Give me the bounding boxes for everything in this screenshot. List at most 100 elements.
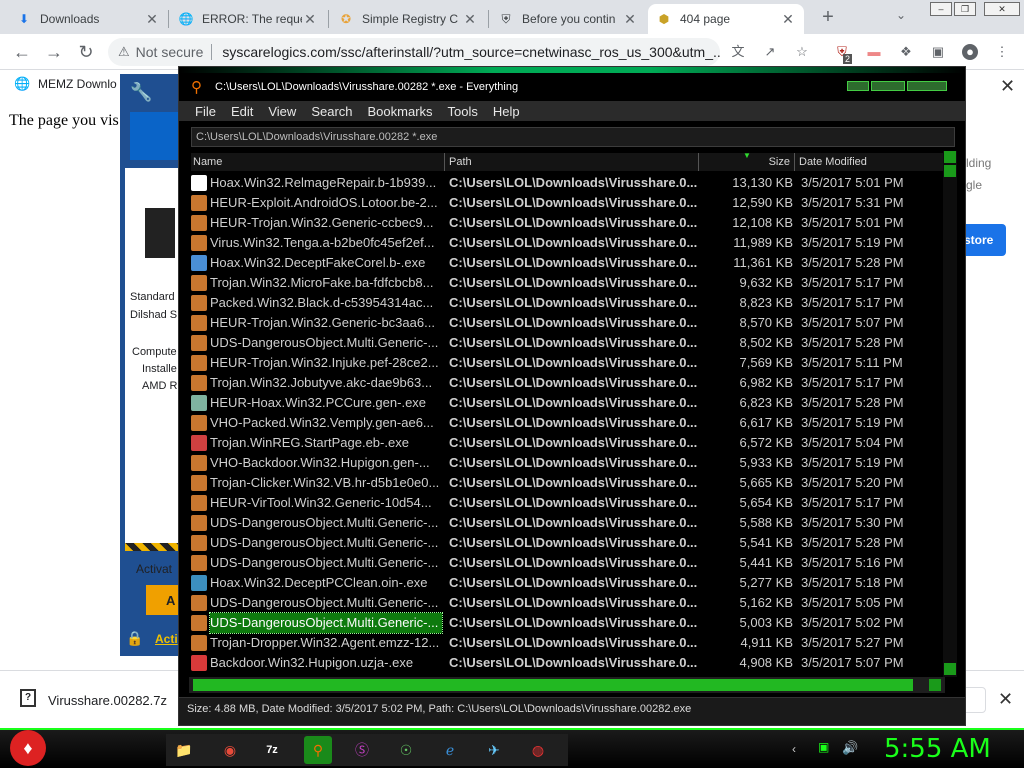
result-row[interactable]: Virus.Win32.Tenga.a-b2be0fc45ef2ef... C:\… — [189, 233, 945, 253]
file-explorer-icon[interactable]: 📁 — [170, 736, 198, 764]
everything-icon[interactable]: ⚲ — [304, 736, 332, 764]
result-row[interactable]: HEUR-Exploit.AndroidOS.Lotoor.be-2... C:\… — [189, 193, 945, 213]
result-row[interactable]: HEUR-Trojan.Win32.Injuke.pef-28ce2... C:\… — [189, 353, 945, 373]
tab-simple-registry[interactable]: ✪ Simple Registry C ✕ — [330, 4, 486, 34]
result-row[interactable]: VHO-Backdoor.Win32.Hupigon.gen-... C:\Use… — [189, 453, 945, 473]
close-icon[interactable]: ✕ — [622, 11, 638, 28]
bookmark-star-icon[interactable]: ☆ — [794, 44, 810, 60]
window-close-button[interactable]: ✕ — [984, 2, 1020, 16]
taskbar-clock[interactable]: 5:55 AM — [884, 734, 991, 764]
result-row[interactable]: Hoax.Win32.DeceptFakeCorel.b-.exe C:\User… — [189, 253, 945, 273]
download-bar-close-icon[interactable]: ✕ — [998, 689, 1013, 710]
back-button[interactable]: ← — [10, 40, 34, 64]
url-text[interactable]: syscarelogics.com/ssc/afterinstall/?utm_… — [222, 44, 720, 60]
store-button[interactable]: store — [960, 224, 1006, 256]
app-bird-icon[interactable]: ✈ — [480, 736, 508, 764]
share-icon[interactable]: ↗ — [762, 44, 778, 60]
translate-icon[interactable]: 文 — [730, 44, 746, 60]
scroll-down-icon[interactable] — [944, 663, 956, 675]
popup-close-icon[interactable]: ✕ — [1000, 76, 1015, 97]
restore-button[interactable]: ❐ — [954, 2, 976, 16]
result-row[interactable]: UDS-DangerousObject.Multi.Generic-... C:\… — [189, 333, 945, 353]
reload-button[interactable]: ↻ — [74, 40, 98, 64]
vertical-scrollbar[interactable] — [943, 151, 957, 677]
result-row[interactable]: Hoax.Win32.RelmageRepair.b-1b939... C:\Us… — [189, 173, 945, 193]
tab-error[interactable]: 🌐 ERROR: The reque ✕ — [170, 4, 326, 34]
close-icon[interactable]: ✕ — [780, 11, 796, 28]
menu-search[interactable]: Search — [311, 104, 352, 119]
minimize-button[interactable]: – — [930, 2, 952, 16]
result-row[interactable]: Trojan.Win32.MicroFake.ba-fdfcbcb8... C:\… — [189, 273, 945, 293]
menu-bookmarks[interactable]: Bookmarks — [368, 104, 433, 119]
result-row[interactable]: UDS-DangerousObject.Multi.Generic-... C:\… — [189, 593, 945, 613]
app-ball-icon[interactable]: ◍ — [524, 736, 552, 764]
result-row[interactable]: HEUR-Hoax.Win32.PCCure.gen-.exe C:\Users\… — [189, 393, 945, 413]
new-tab-button[interactable]: + — [816, 6, 840, 30]
result-row[interactable]: Trojan-Dropper.Win32.Agent.emzz-12... C:\… — [189, 633, 945, 653]
file-path: C:\Users\LOL\Downloads\Virusshare.0... — [449, 475, 697, 490]
menu-edit[interactable]: Edit — [231, 104, 253, 119]
h-scroll-thumb[interactable] — [193, 679, 913, 691]
close-button[interactable] — [907, 81, 947, 91]
menu-tools[interactable]: Tools — [448, 104, 478, 119]
menu-file[interactable]: File — [195, 104, 216, 119]
result-row[interactable]: Hoax.Win32.DeceptPCClean.oin-.exe C:\User… — [189, 573, 945, 593]
result-row[interactable]: UDS-DangerousObject.Multi.Generic-... C:\… — [189, 553, 945, 573]
profile-avatar[interactable]: ● — [962, 44, 978, 60]
result-row[interactable]: HEUR-Trojan.Win32.Generic-bc3aa6... C:\Us… — [189, 313, 945, 333]
menu-help[interactable]: Help — [493, 104, 520, 119]
tray-chevron-icon[interactable]: ‹ — [792, 742, 796, 756]
activate-button[interactable]: A — [146, 585, 182, 615]
column-path[interactable]: Path — [447, 153, 699, 171]
volume-icon[interactable]: 🔊 — [842, 740, 858, 756]
scroll-thumb[interactable] — [944, 165, 956, 177]
gear-app-icon — [191, 255, 207, 271]
search-input[interactable]: C:\Users\LOL\Downloads\Virusshare.00282 … — [191, 127, 955, 147]
side-panel-icon[interactable]: ▣ — [930, 44, 946, 60]
bookmark-memz[interactable]: MEMZ Downlo — [38, 77, 117, 91]
result-row[interactable]: UDS-DangerousObject.Multi.Generic-... C:\… — [189, 533, 945, 553]
extension-flag-icon[interactable]: ▬ — [866, 44, 882, 60]
app-s-icon[interactable]: Ⓢ — [348, 736, 376, 764]
min-button[interactable] — [847, 81, 869, 91]
result-row[interactable]: HEUR-Trojan.Win32.Generic-ccbec9... C:\Us… — [189, 213, 945, 233]
7zip-icon[interactable]: 7z — [258, 736, 286, 764]
max-button[interactable] — [871, 81, 905, 91]
result-row[interactable]: Trojan-Clicker.Win32.VB.hr-d5b1e0e0... C:… — [189, 473, 945, 493]
menu-kebab-icon[interactable]: ⋮ — [994, 44, 1010, 60]
scroll-right-icon[interactable] — [929, 679, 941, 691]
column-name[interactable]: Name — [191, 153, 445, 171]
scroll-up-icon[interactable] — [944, 151, 956, 163]
result-row[interactable]: Packed.Win32.Black.d-c53954314ac... C:\Us… — [189, 293, 945, 313]
result-row[interactable]: HEUR-VirTool.Win32.Generic-10d54... C:\Us… — [189, 493, 945, 513]
app-globe-icon[interactable]: ☉ — [392, 736, 420, 764]
start-button[interactable]: ♦ — [10, 730, 46, 766]
extension-badge: 2 — [843, 54, 853, 64]
result-row[interactable]: Backdoor.Win32.Hupigon.uzja-.exe C:\Users… — [189, 653, 945, 673]
result-row[interactable]: VHO-Packed.Win32.Vemply.gen-ae6... C:\Use… — [189, 413, 945, 433]
ie-icon[interactable]: ℯ — [436, 736, 464, 764]
omnibox[interactable]: ⚠ Not secure syscarelogics.com/ssc/after… — [108, 38, 720, 66]
result-row[interactable]: Trojan.WinREG.StartPage.eb-.exe C:\Users\… — [189, 433, 945, 453]
exe-icon — [191, 635, 207, 651]
tab-downloads[interactable]: ⬇ Downloads ✕ — [8, 4, 168, 34]
tab-404-page[interactable]: ⬢ 404 page ✕ — [648, 4, 804, 34]
close-icon[interactable]: ✕ — [462, 11, 478, 28]
close-icon[interactable]: ✕ — [144, 11, 160, 28]
result-row[interactable]: Trojan.Win32.Jobutyve.akc-dae9b63... C:\U… — [189, 373, 945, 393]
result-row[interactable]: UDS-DangerousObject.Multi.Generic-... C:\… — [189, 513, 945, 533]
download-item[interactable]: Virusshare.00282.7z — [48, 693, 167, 708]
close-icon[interactable]: ✕ — [302, 11, 318, 28]
network-icon[interactable]: ▣ — [818, 740, 829, 754]
tab-before-you-continue[interactable]: ⛨ Before you contin ✕ — [490, 4, 646, 34]
column-date-modified[interactable]: Date Modified — [797, 153, 945, 171]
activate-link[interactable]: Acti — [155, 632, 178, 646]
menu-view[interactable]: View — [268, 104, 296, 119]
tab-search-icon[interactable]: ⌄ — [896, 8, 906, 22]
file-path: C:\Users\LOL\Downloads\Virusshare.0... — [449, 255, 697, 270]
horizontal-scrollbar[interactable] — [189, 677, 945, 693]
extensions-puzzle-icon[interactable]: ❖ — [898, 44, 914, 60]
result-row[interactable]: UDS-DangerousObject.Multi.Generic-... C:\… — [189, 612, 945, 634]
chrome-icon[interactable]: ◉ — [216, 736, 244, 764]
forward-button[interactable]: → — [42, 40, 66, 64]
